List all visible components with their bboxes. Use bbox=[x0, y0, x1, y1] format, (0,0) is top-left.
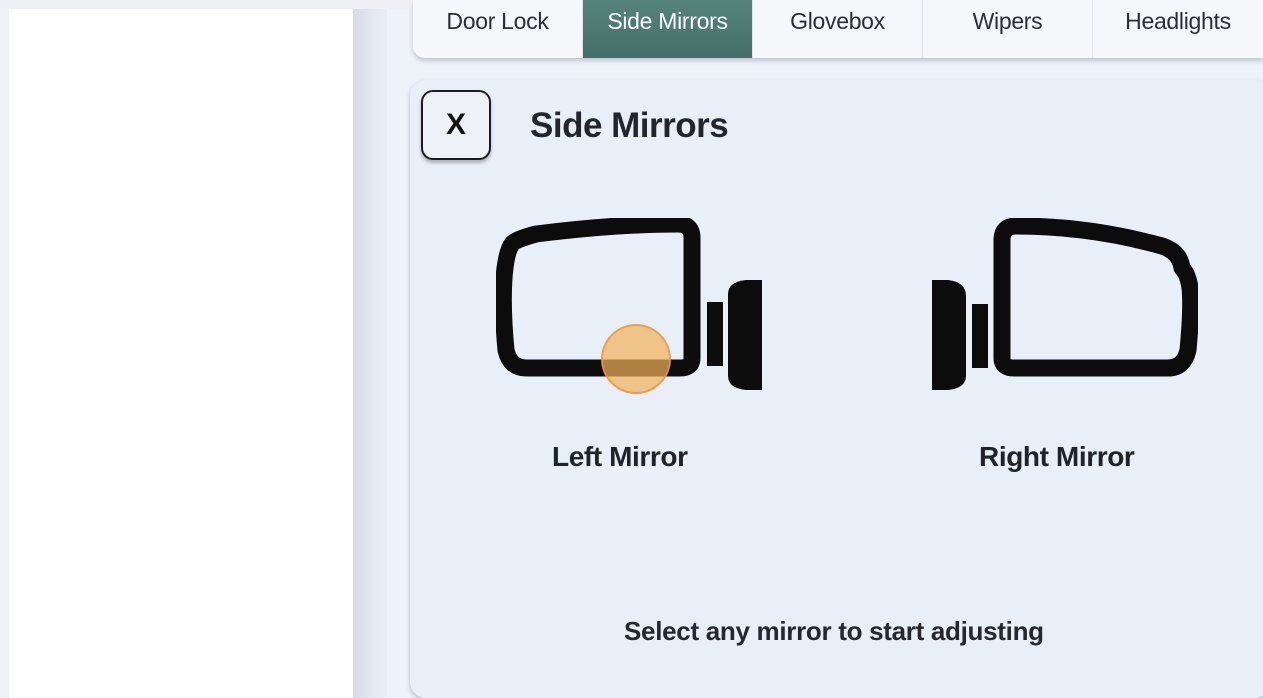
close-button[interactable]: X bbox=[421, 90, 491, 160]
left-mirror-label: Left Mirror bbox=[552, 441, 688, 472]
panel-title: Side Mirrors bbox=[530, 106, 729, 145]
right-side-mirror-icon bbox=[932, 217, 1200, 390]
tab-door-lock[interactable]: Door Lock bbox=[413, 0, 583, 58]
hint-text: Select any mirror to start adjusting bbox=[624, 616, 1044, 646]
tab-wipers[interactable]: Wipers bbox=[923, 0, 1093, 58]
left-blank-area bbox=[9, 9, 353, 698]
tab-bar: Door Lock Side Mirrors Glovebox Wipers H… bbox=[413, 0, 1263, 58]
tab-headlights[interactable]: Headlights bbox=[1093, 0, 1263, 58]
right-mirror-label: Right Mirror bbox=[979, 441, 1135, 472]
tab-glovebox[interactable]: Glovebox bbox=[753, 0, 923, 58]
cursor-indicator bbox=[601, 324, 671, 394]
side-divider bbox=[353, 9, 387, 698]
right-mirror-button[interactable] bbox=[930, 217, 1200, 392]
tab-side-mirrors[interactable]: Side Mirrors bbox=[583, 0, 753, 58]
